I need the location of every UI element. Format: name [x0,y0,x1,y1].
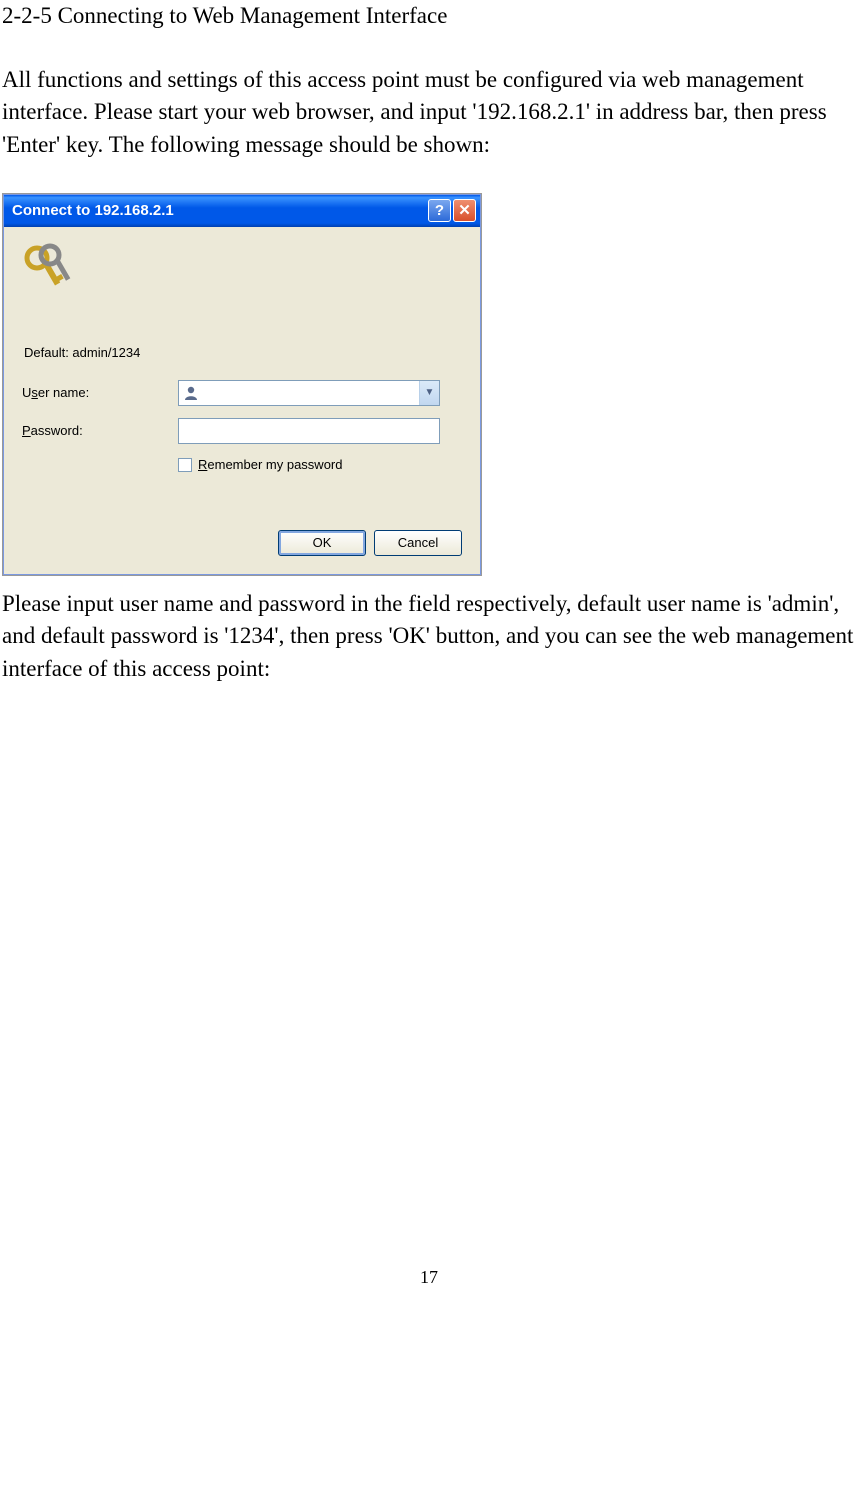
password-row: Password: [22,418,462,444]
keys-icon [22,243,72,298]
username-input[interactable]: ▼ [178,380,440,406]
close-button[interactable]: ✕ [453,199,476,222]
remember-row: Remember my password [178,456,462,474]
dialog-screenshot: Connect to 192.168.2.1 ? ✕ [2,193,482,576]
help-button[interactable]: ? [428,199,451,222]
section-title: 2-2-5 Connecting to Web Management Inter… [2,0,856,32]
dialog-header-section [22,243,462,298]
closing-paragraph: Please input user name and password in t… [2,588,856,685]
dropdown-arrow-icon[interactable]: ▼ [419,381,439,405]
password-label: Password: [22,422,178,440]
ok-button[interactable]: OK [278,530,366,556]
intro-paragraph: All functions and settings of this acces… [2,64,856,161]
page-number: 17 [0,1265,858,1290]
password-input[interactable] [178,418,440,444]
titlebar-buttons: ? ✕ [428,199,476,222]
close-icon: ✕ [458,200,471,221]
default-credentials-text: Default: admin/1234 [24,344,462,362]
user-icon [179,381,203,405]
username-row: User name: ▼ [22,380,462,406]
auth-dialog: Connect to 192.168.2.1 ? ✕ [3,194,481,575]
dialog-titlebar: Connect to 192.168.2.1 ? ✕ [4,195,480,227]
remember-label: Remember my password [198,456,343,474]
remember-checkbox[interactable] [178,458,192,472]
button-row: OK Cancel [22,530,462,556]
dialog-title: Connect to 192.168.2.1 [12,200,174,221]
username-label: User name: [22,384,178,402]
dialog-body: Default: admin/1234 User name: ▼ [4,227,480,574]
cancel-button[interactable]: Cancel [374,530,462,556]
